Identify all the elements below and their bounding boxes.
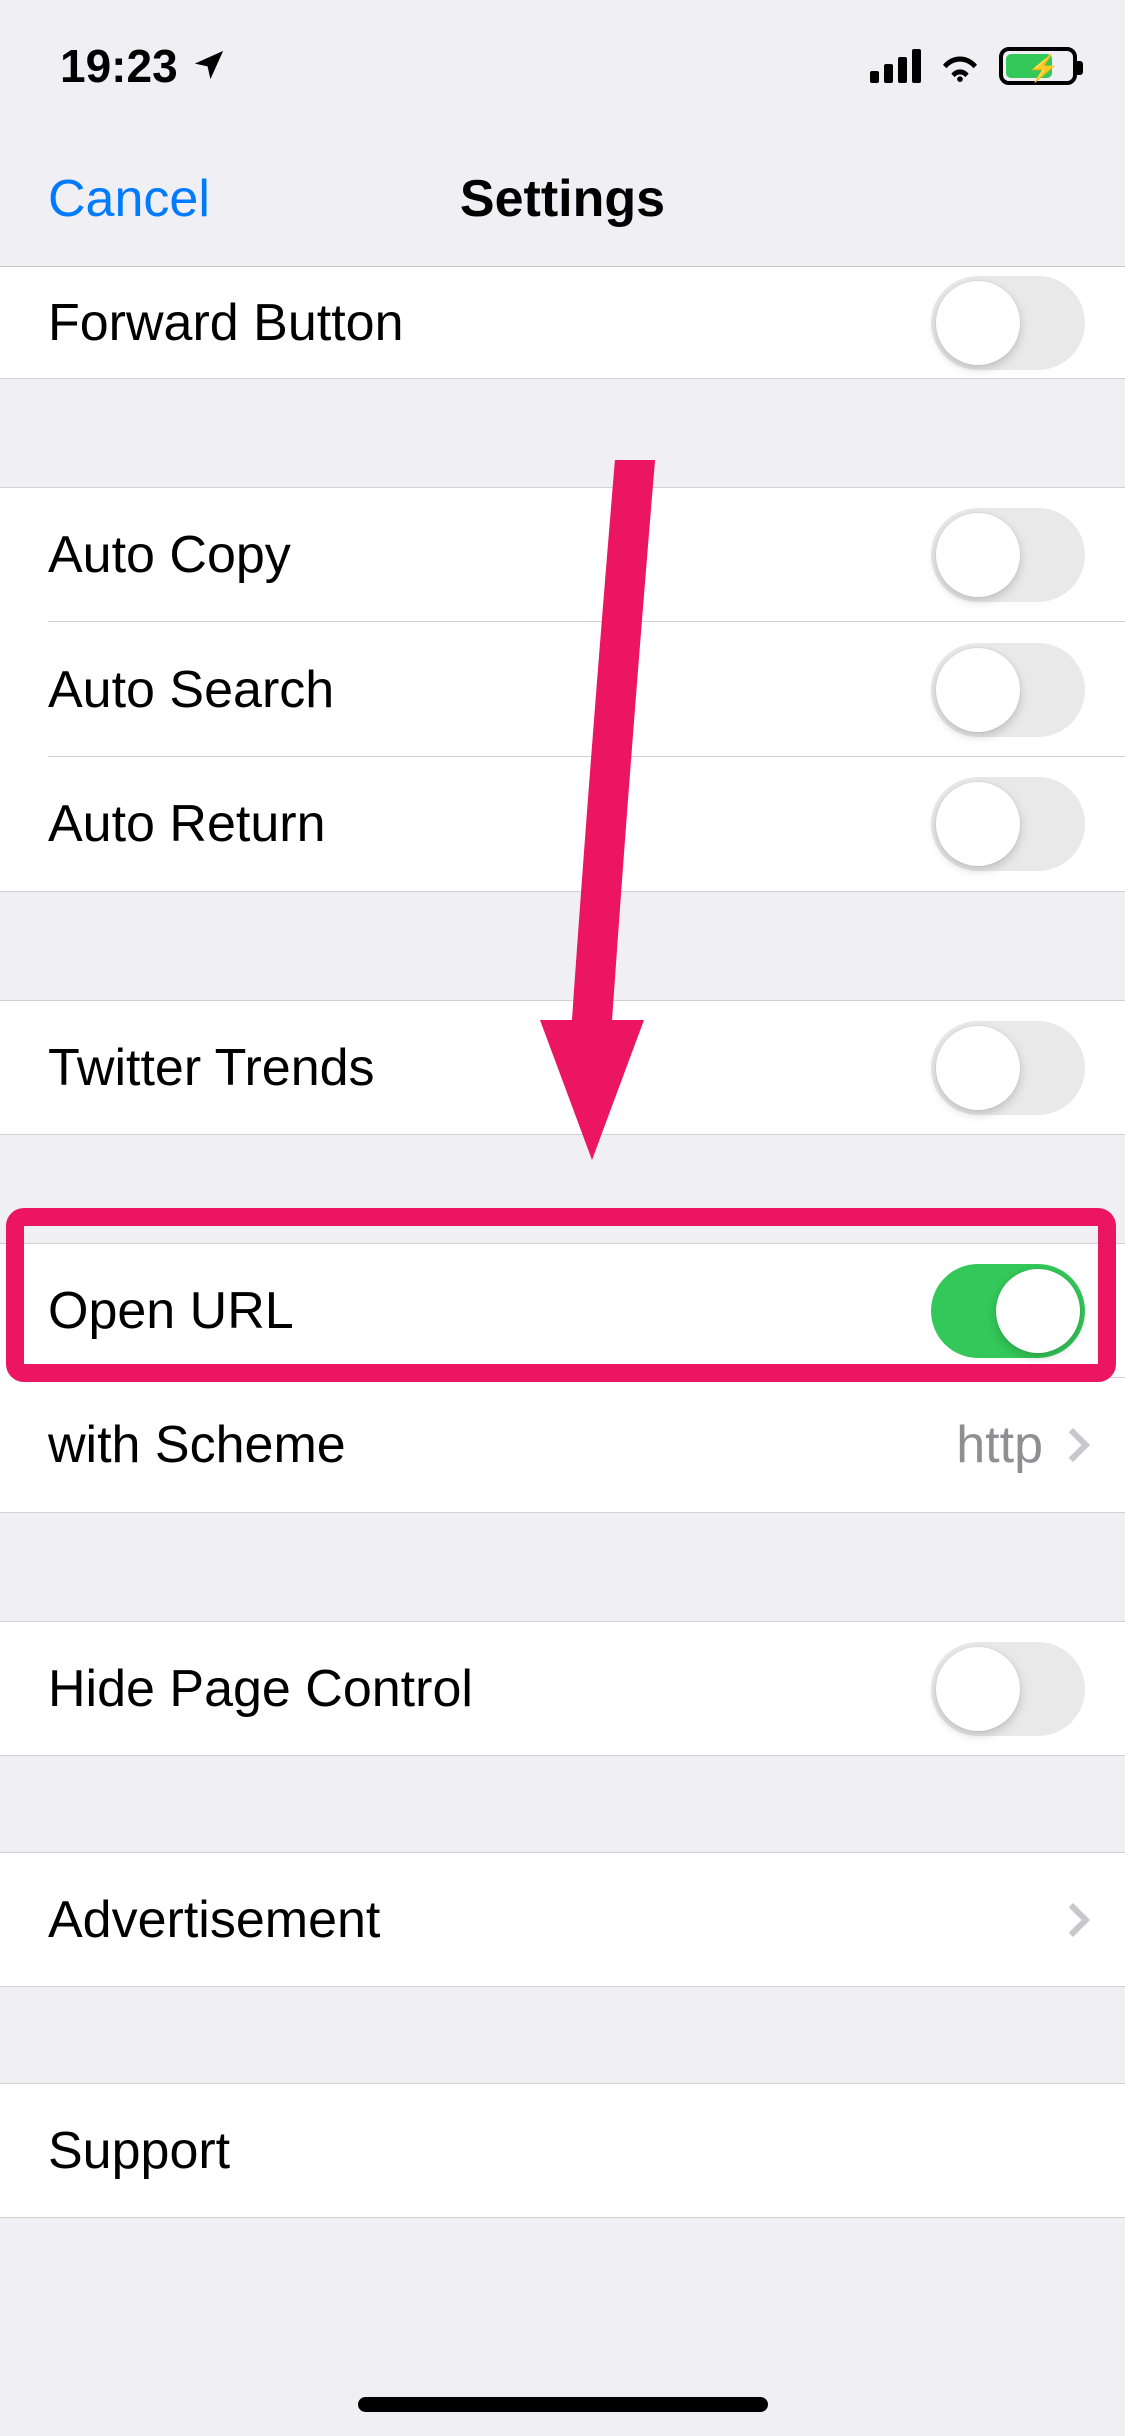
battery-charging-icon: ⚡ [999, 47, 1077, 85]
switch-forward-button[interactable] [931, 276, 1085, 370]
location-icon [192, 39, 226, 93]
row-label: Support [48, 2121, 1085, 2181]
switch-auto-copy[interactable] [931, 508, 1085, 602]
row-with-scheme[interactable]: with Scheme http [0, 1378, 1125, 1513]
row-auto-copy[interactable]: Auto Copy [0, 487, 1125, 622]
row-label: Open URL [48, 1281, 931, 1341]
row-label: Twitter Trends [48, 1038, 931, 1098]
row-label: Auto Return [48, 794, 931, 854]
home-indicator [358, 2397, 768, 2412]
chevron-right-icon [1056, 1903, 1090, 1937]
status-bar: 19:23 ⚡ [0, 0, 1125, 132]
row-hide-page-control[interactable]: Hide Page Control [0, 1621, 1125, 1756]
status-time: 19:23 [60, 39, 178, 93]
switch-twitter-trends[interactable] [931, 1021, 1085, 1115]
row-label: Hide Page Control [48, 1659, 931, 1719]
cancel-button[interactable]: Cancel [48, 169, 210, 229]
page-title: Settings [460, 169, 665, 229]
switch-hide-page-control[interactable] [931, 1642, 1085, 1736]
switch-auto-search[interactable] [931, 643, 1085, 737]
row-forward-button[interactable]: Forward Button [0, 267, 1125, 379]
row-label: Auto Copy [48, 525, 931, 585]
row-value: http [956, 1415, 1043, 1475]
row-label: Auto Search [48, 660, 931, 720]
row-label: with Scheme [48, 1415, 956, 1475]
row-twitter-trends[interactable]: Twitter Trends [0, 1000, 1125, 1135]
switch-open-url[interactable] [931, 1264, 1085, 1358]
switch-auto-return[interactable] [931, 777, 1085, 871]
row-auto-return[interactable]: Auto Return [0, 757, 1125, 892]
row-label: Advertisement [48, 1890, 1061, 1950]
row-support[interactable]: Support [0, 2083, 1125, 2218]
row-advertisement[interactable]: Advertisement [0, 1852, 1125, 1987]
row-auto-search[interactable]: Auto Search [0, 622, 1125, 757]
settings-list[interactable]: Forward Button Auto Copy Auto Search Aut… [0, 267, 1125, 2218]
nav-bar: Cancel Settings [0, 132, 1125, 267]
wifi-icon [937, 39, 983, 93]
chevron-right-icon [1056, 1428, 1090, 1462]
row-open-url[interactable]: Open URL [0, 1243, 1125, 1378]
cellular-icon [870, 49, 921, 83]
row-label: Forward Button [48, 293, 931, 353]
